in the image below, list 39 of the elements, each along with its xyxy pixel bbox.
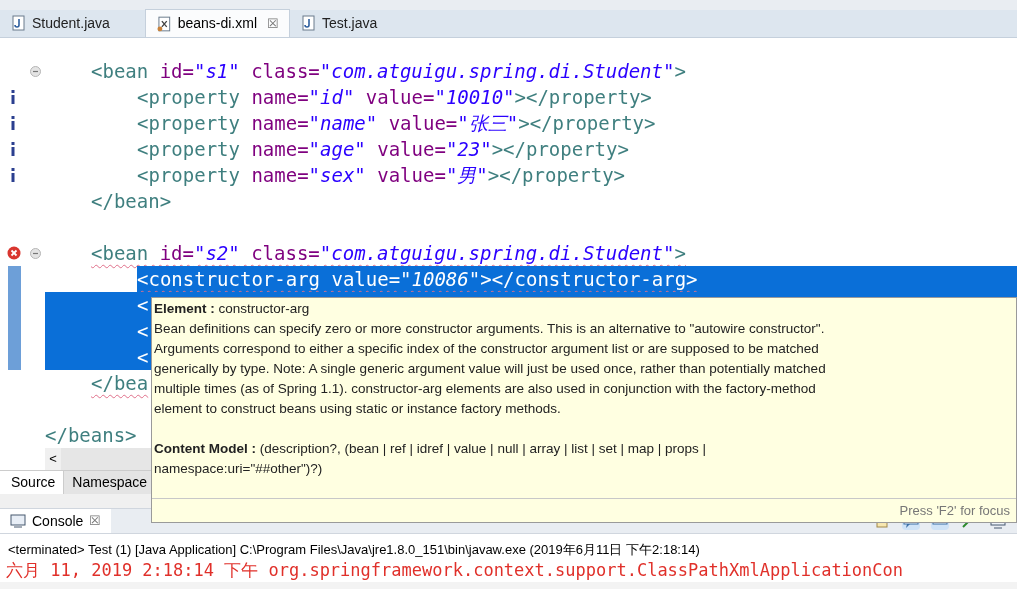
java-file-icon [300,15,316,31]
console-output: 六月 11, 2019 2:18:14 下午 org.springframework.context.support.ClassPathXmlApplicationCon [6,559,905,582]
selection-marker [8,266,21,292]
code-line: < [137,345,149,370]
xml-file-icon [156,15,172,32]
editor-tab[interactable]: beans-di.xml ☒ [145,9,290,37]
tab-label: Student.java [32,13,110,33]
code-line: < [137,293,149,318]
scroll-left-button[interactable]: < [45,448,61,470]
tooltip-description: Bean definitions can specify zero or more constructor arguments. This is an alternative to "autowire constructor". Arguments correspond to either a specific index of the constructor argument list or are supposed to be matched generically by type. Note: A single generic argument value will just be used once, rather than potentially matched multiple times (as of Spring 1.1). constructor-arg elements are also used in conjunction with the factory-method element to construct beans using static or instance factory methods. [154,320,827,418]
code-line: <property name="sex" value="男"></property> [137,163,626,188]
close-button[interactable]: ☒ [89,511,102,531]
tooltip-heading: Element : constructor-arg [154,300,311,318]
console-status: <terminated> Test (1) [Java Application] C:\Program Files\Java\jre1.8.0_151\bin\javaw.exe (2019年6月11日 下午2:18:14) [8,541,701,558]
code-line: </bea [91,371,149,396]
fold-icon[interactable] [30,66,41,77]
editor-page-tab[interactable]: Source [0,471,64,494]
code-line: </bean> [91,189,172,214]
code-line: </beans> [45,423,137,448]
tab-label: beans-di.xml [177,14,257,33]
code-line: <constructor-arg value="10086"></constructor-arg> [137,267,698,292]
console-tab[interactable]: Console ☒ [0,509,112,533]
editor-tab[interactable]: Test.java [290,9,435,37]
close-button[interactable]: ☒ [267,13,279,34]
console-icon [10,514,26,528]
code-line: <property name="name" value="张三"></property> [137,111,656,136]
editor-tab[interactable]: Student.java [0,9,145,37]
code-line: <bean id="s1" class="com.atguigu.spring.di.Student"> [91,59,686,84]
code-line: <bean id="s2" class="com.atguigu.spring.di.Student"> [91,241,686,266]
java-file-icon [10,15,26,31]
fold-icon[interactable] [30,248,41,259]
console-tab-label: Console [32,511,84,531]
code-line: < [137,319,149,344]
tooltip-content-model: Content Model : (description?, (bean | ref | idref | value | null | array | list | set | map | props | namespace:uri="##other")?) [154,440,707,478]
focus-hint: Press 'F2' for focus [899,501,1010,520]
tab-label: Test.java [322,13,378,33]
selection-marker [8,344,21,370]
code-line: <property name="age" value="23"></property> [137,137,629,162]
code-line: <property name="id" value="10010"></property> [137,85,652,110]
